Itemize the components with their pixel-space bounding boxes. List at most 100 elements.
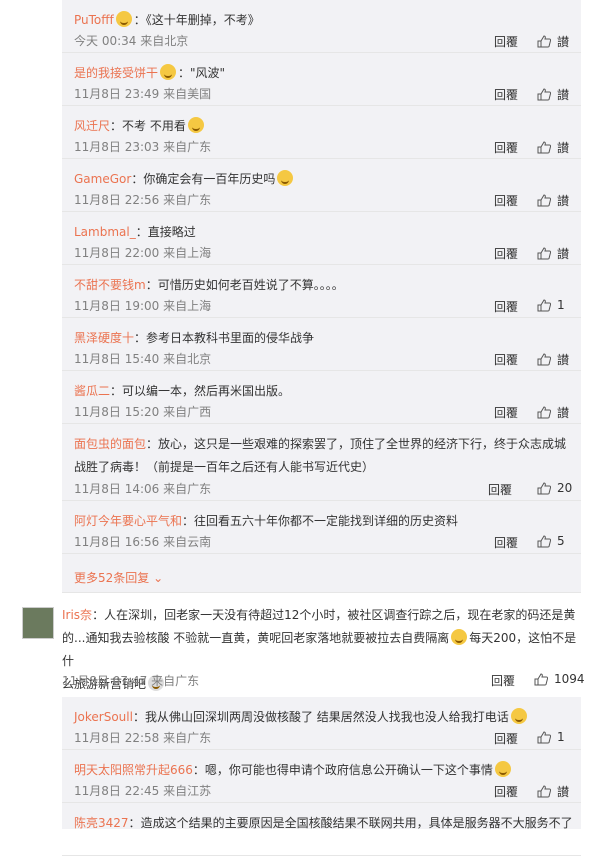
reply-item: PuTofff ：《这十年删掉，不考》 今天 00:34 来自北京 回覆讃	[62, 0, 581, 53]
reply-username[interactable]: Lambmal_	[74, 225, 136, 239]
subreply-item: 明天太阳照常升起666：嗯，你可能也得申请个政府信息公开确认一下这个事情 11月8…	[62, 750, 581, 803]
thumbs-up-icon	[537, 88, 551, 101]
emoji-icon	[115, 11, 132, 27]
reply-button[interactable]: 回覆	[488, 481, 512, 498]
reply-button[interactable]: 回覆	[494, 245, 518, 262]
reply-username[interactable]: 不甜不要钱m	[74, 278, 146, 292]
reply-username[interactable]: JokerSoull	[74, 710, 133, 724]
reply-text: 放心，这只是一些艰难的探索罢了，顶住了全世界的经济下行，终于众志成城	[158, 437, 567, 451]
reply-meta: 11月8日 23:03 来自广东	[74, 140, 212, 154]
reply-button[interactable]: 回覆	[494, 404, 518, 421]
thumbs-up-icon	[537, 247, 551, 260]
avatar[interactable]	[22, 607, 54, 639]
reply-username[interactable]: 阿灯今年要心平气和	[74, 514, 182, 528]
thumbs-up-icon	[537, 785, 551, 798]
thumbs-up-icon	[537, 35, 551, 48]
reply-meta: 11月8日 15:40 来自北京	[74, 352, 212, 366]
like-button[interactable]: 讃	[537, 86, 569, 103]
divider	[62, 592, 581, 593]
like-button[interactable]: 讃	[537, 351, 569, 368]
reply-text: 往回看五六十年你都不一定能找到详细的历史资料	[194, 514, 459, 528]
reply-item: 酱瓜二：可以编一本，然后再米国出版。 11月8日 15:20 来自广西 回覆讃	[62, 371, 581, 424]
reply-button[interactable]: 回覆	[491, 672, 515, 689]
like-button[interactable]: 1094	[534, 672, 585, 686]
like-button[interactable]: 讃	[537, 404, 569, 421]
reply-username[interactable]: 明天太阳照常升起666	[74, 763, 193, 777]
emoji-icon	[494, 761, 511, 777]
reply-meta: 11月8日 22:00 来自上海	[74, 246, 212, 260]
reply-button[interactable]: 回覆	[494, 730, 518, 747]
thumbs-up-icon	[537, 141, 551, 154]
reply-item: GameGor：你确定会有一百年历史吗 11月8日 22:56 来自广东 回覆讃	[62, 159, 581, 212]
comment-text: 人在深圳，回老家一天没有待超过12个小时，被社区调查行踪之后，现在老家的码还是黄	[104, 608, 576, 622]
thumbs-up-icon	[537, 730, 551, 743]
like-button[interactable]: 讃	[537, 245, 569, 262]
reply-button[interactable]: 回覆	[494, 534, 518, 551]
reply-text: 直接略过	[147, 225, 196, 239]
reply-text: 可惜历史如何老百姓说了不算。。。。	[157, 278, 344, 292]
reply-meta: 11月8日 15:20 来自广西	[74, 405, 212, 419]
reply-meta: 11月8日 22:58 来自广东	[74, 731, 212, 745]
thumbs-up-icon	[537, 481, 551, 494]
reply-meta: 今天 00:34 来自北京	[74, 34, 189, 48]
reply-text: 嗯，你可能也得申请个政府信息公开确认一下这个事情	[204, 763, 493, 777]
reply-button[interactable]: 回覆	[494, 351, 518, 368]
like-button[interactable]: 讃	[537, 783, 569, 800]
comment-username[interactable]: Iris奈	[62, 608, 92, 622]
reply-username[interactable]: GameGor	[74, 172, 131, 186]
like-button[interactable]: 5	[537, 534, 565, 548]
reply-text: 参考日本教科书里面的侵华战争	[146, 331, 315, 345]
reply-meta: 11月8日 14:06 来自广东	[74, 482, 212, 496]
thumbs-up-icon	[537, 194, 551, 207]
emoji-icon	[160, 64, 177, 80]
like-button[interactable]: 1	[537, 730, 565, 744]
comment-meta: 11月8日 07:47 来自广东	[62, 674, 200, 688]
reply-username[interactable]: 陈亮3427	[74, 816, 129, 830]
reply-button[interactable]: 回覆	[494, 192, 518, 209]
thumbs-up-icon	[537, 406, 551, 419]
reply-text: 不考 不用看	[122, 119, 186, 133]
reply-text: 造成这个结果的主要原因是全国核酸结果不联网共用，具体是服务器不大服务不了	[140, 816, 573, 830]
chevron-down-icon: ⌄	[153, 571, 164, 585]
reply-username[interactable]: PuTofff	[74, 13, 114, 27]
like-button[interactable]: 讃	[537, 33, 569, 50]
reply-meta: 11月8日 22:45 来自江苏	[74, 784, 212, 798]
reply-meta: 11月8日 22:56 来自广东	[74, 193, 212, 207]
reply-text: 《这十年删掉，不考》	[145, 13, 260, 27]
like-button[interactable]: 20	[537, 481, 572, 495]
reply-meta: 11月8日 16:56 来自云南	[74, 535, 212, 549]
reply-item: Lambmal_：直接略过 11月8日 22:00 来自上海 回覆讃	[62, 212, 581, 265]
thumbs-up-icon	[537, 353, 551, 366]
reply-text: 你确定会有一百年历史吗	[143, 172, 276, 186]
reply-button[interactable]: 回覆	[494, 783, 518, 800]
reply-text: 我从佛山回深圳两周没做核酸了 结果居然没人找我也没人给我打电话	[144, 710, 509, 724]
thumbs-up-icon	[534, 672, 548, 685]
comment-text: 的...通知我去验核酸 不验就一直黄，黄呢回老家落地就要被拉去自费隔离	[62, 631, 450, 645]
reply-item: 面包虫的面包：放心，这只是一些艰难的探索罢了，顶住了全世界的经济下行，终于众志成…	[62, 424, 581, 501]
reply-text: "风波"	[190, 66, 226, 80]
reply-item: 阿灯今年要心平气和：往回看五六十年你都不一定能找到详细的历史资料 11月8日 16…	[62, 501, 581, 554]
reply-username[interactable]: 是的我接受饼干	[74, 66, 158, 80]
like-button[interactable]: 讃	[537, 139, 569, 156]
thumbs-up-icon	[537, 298, 551, 311]
reply-username[interactable]: 酱瓜二	[74, 384, 110, 398]
reply-button[interactable]: 回覆	[494, 86, 518, 103]
emoji-icon	[510, 708, 527, 724]
reply-username[interactable]: 黑泽硬度十	[74, 331, 134, 345]
reply-button[interactable]: 回覆	[494, 139, 518, 156]
reply-meta: 11月8日 23:49 来自美国	[74, 87, 212, 101]
reply-meta: 11月8日 19:00 来自上海	[74, 299, 212, 313]
reply-text: 可以编一本，然后再米国出版。	[122, 384, 291, 398]
thumbs-up-icon	[537, 534, 551, 547]
reply-username[interactable]: 风迁尺	[74, 119, 110, 133]
like-button[interactable]: 1	[537, 298, 565, 312]
reply-text: 战胜了病毒！（前提是一百年之后还有人能书写近代史）	[74, 460, 375, 474]
emoji-icon	[187, 117, 204, 133]
reply-username[interactable]: 面包虫的面包	[74, 437, 146, 451]
reply-button[interactable]: 回覆	[494, 33, 518, 50]
more-replies-link[interactable]: 更多52条回复 ⌄	[74, 569, 163, 586]
emoji-icon	[277, 170, 294, 186]
reply-button[interactable]: 回覆	[494, 298, 518, 315]
emoji-icon	[451, 629, 468, 645]
like-button[interactable]: 讃	[537, 192, 569, 209]
